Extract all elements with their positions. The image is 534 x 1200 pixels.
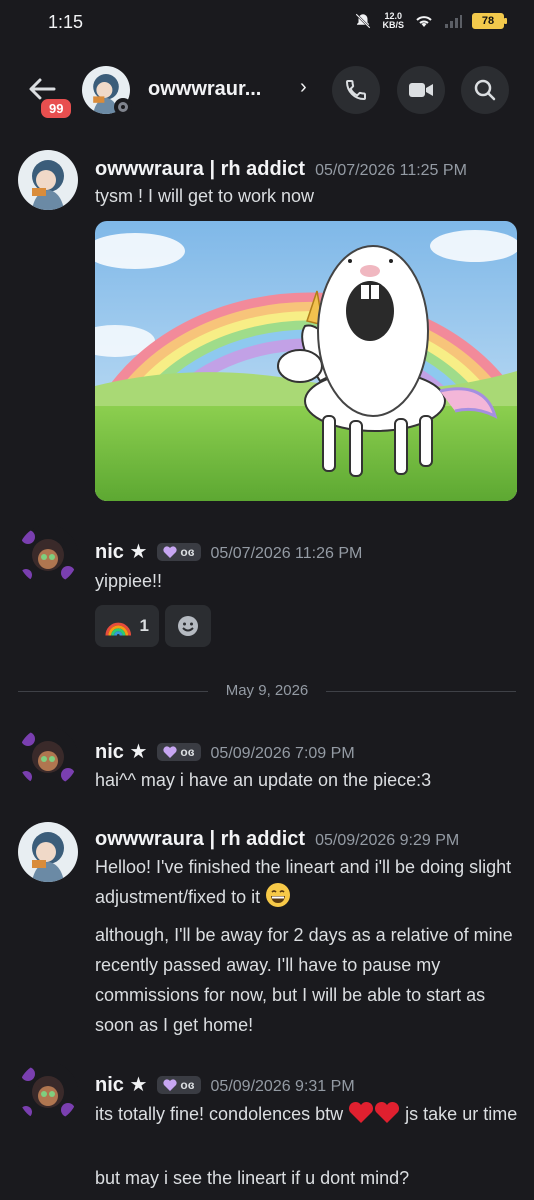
timestamp: 05/09/2026 7:09 PM [210, 745, 355, 762]
guild-tag-label: ᴏɞ [180, 545, 195, 559]
reaction-count: 1 [139, 616, 149, 635]
avatar[interactable] [18, 727, 78, 787]
avatar[interactable] [18, 1062, 78, 1122]
timestamp: 05/09/2026 9:31 PM [210, 1078, 355, 1095]
message-line: Helloo! I've finished the lineart and i'… [95, 857, 512, 907]
timestamp: 05/09/2026 9:29 PM [315, 832, 460, 849]
avatar[interactable] [18, 150, 78, 210]
status-icons: 12.0 KB/S 78 [354, 12, 507, 30]
video-camera-icon [409, 83, 433, 97]
message-text: but may i see the lineart if u dont mind… [95, 1168, 410, 1188]
unicorn-rainbow-image [95, 221, 517, 501]
network-speed: 12.0 KB/S [382, 12, 404, 30]
smiley-add-icon [178, 616, 198, 636]
timestamp: 05/07/2026 11:26 PM [210, 545, 363, 562]
username[interactable]: nic ★ [95, 539, 147, 564]
message-header: owwwraura | rh addict 05/09/2026 9:29 PM [95, 828, 459, 851]
message-line: its totally fine! condolences btw [95, 1104, 344, 1124]
username[interactable]: nic ★ [95, 739, 147, 764]
message-text: hai^^ may i have an update on the piece:… [95, 770, 432, 790]
phone-icon [345, 80, 366, 101]
heart-icon [163, 546, 177, 558]
reaction-rainbow[interactable]: 1 [95, 605, 159, 647]
message-text: tysm ! I will get to work now [95, 186, 315, 206]
message-header: nic ★ ᴏɞ 05/09/2026 9:31 PM [95, 1072, 355, 1097]
username[interactable]: nic ★ [95, 1072, 147, 1097]
image-attachment[interactable] [95, 221, 517, 501]
guild-tag[interactable]: ᴏɞ [157, 743, 201, 761]
red-heart-emoji-icon [375, 1101, 400, 1123]
divider-line-right [326, 691, 516, 692]
clock: 1:15 [48, 12, 84, 32]
heart-icon [163, 746, 177, 758]
status-bar: 1:15 12.0 KB/S 78 [0, 0, 534, 46]
unread-badge: 99 [38, 96, 75, 121]
rainbow-emoji-icon [105, 622, 132, 636]
search-button[interactable] [461, 66, 509, 114]
red-heart-emoji-icon [349, 1101, 374, 1123]
heart-icon [163, 1079, 177, 1091]
grinning-emoji-icon [266, 883, 291, 907]
video-call-button[interactable] [397, 66, 445, 114]
channel-title[interactable]: owwwraur... [148, 78, 261, 101]
message-text: although, I'll be away for 2 days as a r… [95, 925, 513, 1035]
date-divider: May 9, 2026 [18, 680, 516, 702]
timestamp: 05/07/2026 11:25 PM [315, 162, 467, 179]
avatar[interactable] [18, 822, 78, 882]
message-header: nic ★ ᴏɞ 05/07/2026 11:26 PM [95, 539, 362, 564]
guild-tag-label: ᴏɞ [180, 745, 195, 759]
message-text: yippiee!! [95, 571, 163, 591]
message-text: Helloo! I've finished the lineart and i'… [95, 852, 520, 912]
guild-tag[interactable]: ᴏɞ [157, 543, 201, 561]
message-line: js take ur time [405, 1104, 518, 1124]
guild-tag[interactable]: ᴏɞ [157, 1076, 201, 1094]
message-header: nic ★ ᴏɞ 05/09/2026 7:09 PM [95, 739, 355, 764]
chevron-right-icon[interactable]: › [300, 76, 307, 99]
guild-tag-label: ᴏɞ [180, 1078, 195, 1092]
offline-status-icon [114, 98, 132, 116]
add-reaction-button[interactable] [165, 605, 211, 647]
voice-call-button[interactable] [332, 66, 380, 114]
message-header: owwwraura | rh addict 05/07/2026 11:25 P… [95, 158, 467, 181]
speed-unit: KB/S [382, 20, 404, 30]
username[interactable]: owwwraura | rh addict [95, 828, 305, 851]
wifi-icon [416, 16, 432, 27]
signal-icon [445, 15, 462, 28]
battery-icon: 78 [472, 13, 507, 29]
username[interactable]: owwwraura | rh addict [95, 158, 305, 181]
channel-header: 99 owwwraur... › [0, 50, 534, 134]
mute-icon [355, 13, 372, 29]
message-text: its totally fine! condolences btw js tak… [95, 1099, 520, 1129]
avatar[interactable] [18, 525, 78, 585]
search-icon [474, 79, 496, 101]
